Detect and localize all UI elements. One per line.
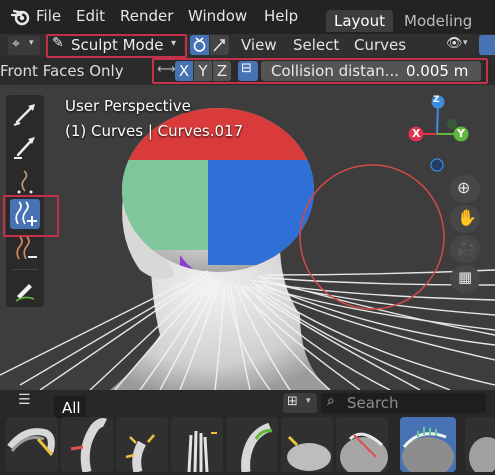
brush-grow-shrink[interactable] xyxy=(116,417,168,472)
brush-partial[interactable] xyxy=(465,417,495,472)
menu-edit[interactable]: Edit xyxy=(76,7,105,25)
menu-window[interactable]: Window xyxy=(188,7,247,25)
menu-render[interactable]: Render xyxy=(120,7,173,25)
sculpt-brush-icon: ✎ xyxy=(52,35,64,51)
toolbar-divider xyxy=(12,269,38,270)
display-options-dropdown[interactable]: ⊞ ▾ xyxy=(283,393,317,413)
brush-pinch[interactable] xyxy=(281,417,333,472)
brush-slide[interactable] xyxy=(400,417,456,472)
front-faces-only-label[interactable]: Front Faces Only xyxy=(0,62,124,80)
collision-distance-field[interactable]: Collision distan... 0.005 m xyxy=(261,61,481,81)
top-menubar: File Edit Render Window Help Layout Mode… xyxy=(0,0,495,34)
catalog-tab-all[interactable]: All xyxy=(54,396,86,418)
view-perspective-label: User Perspective xyxy=(65,97,191,115)
visibility-dropdown[interactable]: 👁 ▾ xyxy=(444,35,472,55)
symmetry-toggle-button[interactable] xyxy=(190,35,209,55)
tab-modeling[interactable]: Modeling xyxy=(396,10,480,32)
grid-icon: ▦ xyxy=(458,268,473,286)
tool-add-curves[interactable] xyxy=(10,167,40,197)
camera-view-button[interactable]: 🎥 xyxy=(450,235,480,263)
tool-comb[interactable] xyxy=(10,99,40,129)
axis-x-toggle[interactable]: X xyxy=(175,61,193,81)
brush-comb[interactable] xyxy=(6,417,58,472)
hamburger-menu-icon[interactable]: ☰ xyxy=(18,392,31,408)
grid-view-icon: ⊞ xyxy=(287,394,298,409)
snake-hook-icon xyxy=(14,137,35,159)
active-object-label: (1) Curves | Curves.017 xyxy=(65,122,244,140)
annotate-pencil-icon xyxy=(15,284,35,302)
search-icon: ⌕ xyxy=(327,393,335,409)
collision-distance-label: Collision distan... xyxy=(271,62,399,80)
tool-delete-curves[interactable] xyxy=(10,234,40,264)
hand-icon: ✋ xyxy=(457,208,477,227)
mirror-icon: ⟷ xyxy=(157,62,176,77)
axes-icon: ⌖ xyxy=(12,36,20,52)
collision-icon: ⊟ xyxy=(241,61,252,76)
gizmo-z-label: Z xyxy=(433,95,440,105)
menu-help[interactable]: Help xyxy=(264,7,298,25)
menu-curves[interactable]: Curves xyxy=(354,35,406,55)
brush-puff[interactable] xyxy=(226,417,278,472)
search-placeholder: Search xyxy=(347,394,399,412)
menu-file[interactable]: File xyxy=(36,7,61,25)
pan-button[interactable]: ✋ xyxy=(450,205,480,233)
gizmo-y-label: Y xyxy=(457,127,465,140)
3d-viewport[interactable]: User Perspective (1) Curves | Curves.017… xyxy=(0,85,495,390)
catalog-tab-label: All xyxy=(62,399,81,417)
transform-toggle-button[interactable] xyxy=(210,35,229,55)
density-curves-icon xyxy=(15,201,37,226)
tool-density[interactable] xyxy=(10,199,40,229)
zoom-button[interactable]: ⊕ xyxy=(450,175,480,203)
tool-annotate[interactable] xyxy=(10,275,40,305)
axis-gizmo[interactable]: Z X Y xyxy=(405,93,475,178)
brush-smooth[interactable] xyxy=(336,417,388,472)
axis-y-toggle[interactable]: Y xyxy=(194,61,212,81)
collision-toggle[interactable]: ⊟ xyxy=(238,61,258,81)
perspective-toggle-button[interactable]: ▦ xyxy=(450,265,480,293)
brush-density[interactable] xyxy=(171,417,223,472)
gizmo-x-label: X xyxy=(412,127,421,140)
tab-layout[interactable]: Layout xyxy=(326,10,393,32)
zoom-icon: ⊕ xyxy=(457,178,471,197)
tool-shelf xyxy=(6,95,44,307)
tool-snake-hook[interactable] xyxy=(10,133,40,163)
camera-icon: 🎥 xyxy=(457,239,476,257)
search-input[interactable]: ⌕ Search xyxy=(321,393,486,413)
viewport-header: ⌖ ▾ ✎ Sculpt Mode ▾ View Select Curves 👁… xyxy=(0,34,495,57)
blender-logo-icon[interactable] xyxy=(10,8,31,30)
chevron-down-icon: ▾ xyxy=(171,38,177,49)
mode-dropdown[interactable]: ✎ Sculpt Mode ▾ xyxy=(47,35,184,56)
comb-brush-icon xyxy=(13,104,35,126)
editor-type-button[interactable]: ⌖ ▾ xyxy=(8,36,40,55)
chevron-down-icon: ▾ xyxy=(463,38,468,48)
chevron-down-icon: ▾ xyxy=(29,38,34,48)
collision-distance-value: 0.005 m xyxy=(406,62,469,80)
add-curves-icon xyxy=(17,170,33,194)
menu-view[interactable]: View xyxy=(241,35,277,55)
eye-icon: 👁 xyxy=(446,36,463,51)
axis-z-toggle[interactable]: Z xyxy=(213,61,231,81)
delete-curves-icon xyxy=(16,236,37,260)
mode-label: Sculpt Mode xyxy=(71,36,164,54)
brush-cut[interactable] xyxy=(61,417,113,472)
tool-settings-header: Front Faces Only ⟷ X Y Z ⊟ Collision dis… xyxy=(0,57,495,85)
overlay-toggle-button[interactable] xyxy=(479,35,495,55)
chevron-down-icon: ▾ xyxy=(306,396,311,406)
menu-select[interactable]: Select xyxy=(293,35,339,55)
